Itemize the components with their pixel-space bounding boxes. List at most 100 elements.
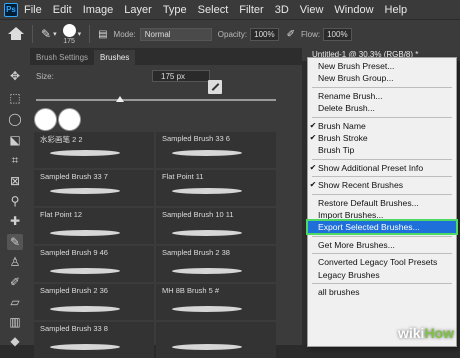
brush-preset-item[interactable]: Sampled Brush 10 11 bbox=[156, 208, 276, 244]
brush-tip-preview bbox=[62, 23, 76, 37]
mode-select[interactable]: Normal bbox=[139, 27, 212, 41]
menu-item-brush-stroke[interactable]: ✔ Brush Stroke bbox=[308, 132, 456, 144]
menu-item-get-more-brushes[interactable]: Get More Brushes... bbox=[308, 239, 456, 251]
menu-item-brush-tip[interactable]: Brush Tip bbox=[308, 144, 456, 156]
eraser-tool-icon[interactable]: ▱ bbox=[7, 294, 23, 310]
pressure-opacity-icon[interactable]: ✐ bbox=[287, 29, 295, 40]
menu-item-delete-brush[interactable]: Delete Brush... bbox=[308, 102, 456, 114]
new-brush-preset-icon[interactable] bbox=[208, 80, 222, 94]
menu-3d[interactable]: 3D bbox=[275, 4, 289, 16]
brush-preset-name: Flat Point 12 bbox=[40, 210, 83, 219]
brush-preset-name: Sampled Brush 33 7 bbox=[40, 172, 108, 181]
watermark-part1: wiki bbox=[397, 325, 425, 341]
brush-preset-item[interactable]: Sampled Brush 33 6 bbox=[156, 132, 276, 168]
brush-preset-item[interactable]: 水彩画笔 2 2 bbox=[34, 132, 154, 168]
brush-preset-item[interactable] bbox=[156, 322, 276, 358]
menu-view[interactable]: View bbox=[300, 4, 324, 16]
size-input[interactable]: 175 px bbox=[152, 70, 210, 82]
menu-type[interactable]: Type bbox=[163, 4, 187, 16]
brush-preset-item[interactable]: Sampled Brush 33 8 bbox=[34, 322, 154, 358]
menu-item-label: Brush Tip bbox=[318, 145, 355, 156]
menu-window[interactable]: Window bbox=[334, 4, 373, 16]
size-slider[interactable] bbox=[36, 99, 276, 101]
chevron-down-icon[interactable]: ▾ bbox=[53, 30, 57, 38]
menu-separator bbox=[312, 86, 452, 88]
menu-item-restore-default-brushes[interactable]: Restore Default Brushes... bbox=[308, 197, 456, 209]
menu-edit[interactable]: Edit bbox=[53, 4, 72, 16]
brush-preset-item[interactable]: MH 8B Brush 5 # bbox=[156, 284, 276, 320]
size-slider-thumb[interactable] bbox=[116, 96, 124, 102]
opacity-field[interactable]: 100% bbox=[250, 27, 279, 41]
tab-brushes[interactable]: Brushes bbox=[94, 50, 136, 65]
brush-stroke-preview bbox=[170, 150, 244, 156]
checkmark-icon: ✔ bbox=[309, 133, 317, 142]
recent-brush-swatch[interactable] bbox=[58, 108, 81, 131]
brush-preset-name: Sampled Brush 2 38 bbox=[162, 248, 230, 257]
menu-item-show-recent-brushes[interactable]: ✔ Show Recent Brushes bbox=[308, 179, 456, 191]
marquee-tool-icon[interactable]: ⬚ bbox=[7, 90, 23, 106]
blur-tool-icon[interactable]: ◆ bbox=[7, 333, 23, 349]
menu-item-label: New Brush Group... bbox=[318, 73, 394, 84]
flow-field[interactable]: 100% bbox=[323, 27, 352, 41]
tab-brush-settings[interactable]: Brush Settings bbox=[30, 50, 94, 65]
quick-select-tool-icon[interactable]: ⬕ bbox=[7, 132, 23, 148]
brush-tool-icon[interactable]: ✎ bbox=[7, 234, 23, 250]
size-label: Size: bbox=[36, 72, 54, 81]
menu-item-import-brushes[interactable]: Import Brushes... bbox=[308, 209, 456, 221]
brush-preset-item[interactable]: Sampled Brush 2 36 bbox=[34, 284, 154, 320]
brush-preset-name: Sampled Brush 10 11 bbox=[162, 210, 234, 219]
brush-panel-toggle-icon[interactable]: ▤ bbox=[98, 29, 107, 40]
healing-brush-tool-icon[interactable]: ✚ bbox=[7, 213, 23, 229]
opacity-label: Opacity: bbox=[217, 29, 248, 39]
lasso-tool-icon[interactable]: ◯ bbox=[7, 111, 23, 127]
menu-item-label: Delete Brush... bbox=[318, 103, 375, 114]
home-icon[interactable] bbox=[8, 27, 24, 41]
brush-preset-name: Sampled Brush 33 8 bbox=[40, 324, 108, 333]
menu-item-show-additional-preset-info[interactable]: ✔ Show Additional Preset Info bbox=[308, 162, 456, 174]
menu-file[interactable]: File bbox=[24, 4, 42, 16]
menu-item-all-brushes[interactable]: all brushes bbox=[308, 286, 456, 298]
menu-help[interactable]: Help bbox=[385, 4, 408, 16]
brush-preset-name: Sampled Brush 9 46 bbox=[40, 248, 108, 257]
brush-preset-name: Sampled Brush 2 36 bbox=[40, 286, 108, 295]
menu-separator bbox=[312, 158, 452, 160]
menu-item-converted-legacy-tool-presets[interactable]: Converted Legacy Tool Presets bbox=[308, 256, 456, 268]
brush-tool-icon[interactable]: ✎ bbox=[41, 27, 51, 41]
frame-tool-icon[interactable]: ⊠ bbox=[7, 173, 23, 189]
crop-tool-icon[interactable]: ⌗ bbox=[7, 152, 23, 168]
menu-item-label: Restore Default Brushes... bbox=[318, 197, 419, 208]
move-tool-icon[interactable]: ✥ bbox=[7, 68, 23, 84]
menu-item-label: Brush Stroke bbox=[318, 133, 368, 143]
menu-item-new-brush-preset[interactable]: New Brush Preset... bbox=[308, 60, 456, 72]
menu-item-label: Import Brushes... bbox=[318, 210, 384, 220]
menu-item-brush-name[interactable]: ✔ Brush Name bbox=[308, 120, 456, 132]
menu-item-label: Get More Brushes... bbox=[318, 239, 395, 250]
brush-preset-item[interactable]: Sampled Brush 9 46 bbox=[34, 246, 154, 282]
brush-stroke-preview bbox=[170, 268, 244, 274]
gradient-tool-icon[interactable]: ▥ bbox=[7, 314, 23, 330]
brush-preset-item[interactable]: Flat Point 12 bbox=[34, 208, 154, 244]
menu-separator bbox=[312, 176, 452, 178]
menu-item-new-brush-group[interactable]: New Brush Group... bbox=[308, 72, 456, 84]
brush-preset-name: MH 8B Brush 5 # bbox=[162, 286, 220, 295]
brush-preset-item[interactable]: Flat Point 11 bbox=[156, 170, 276, 206]
menu-item-export-selected-brushes[interactable]: Export Selected Brushes... bbox=[306, 219, 458, 236]
brush-preset-picker[interactable]: 175 bbox=[62, 23, 76, 45]
brush-preset-name: Sampled Brush 33 6 bbox=[162, 134, 230, 143]
history-brush-tool-icon[interactable]: ✐ bbox=[7, 274, 23, 290]
checkmark-icon: ✔ bbox=[309, 180, 317, 190]
clone-stamp-tool-icon[interactable]: ♙ bbox=[7, 254, 23, 270]
eyedropper-tool-icon[interactable]: ⚲ bbox=[7, 193, 23, 209]
menu-item-label: Converted Legacy Tool Presets bbox=[318, 257, 438, 268]
brush-stroke-preview bbox=[48, 150, 122, 156]
recent-brush-swatch[interactable] bbox=[34, 108, 57, 131]
chevron-down-icon[interactable]: ▾ bbox=[78, 30, 82, 38]
menu-layer[interactable]: Layer bbox=[124, 4, 152, 16]
menu-item-legacy-brushes[interactable]: Legacy Brushes bbox=[308, 269, 456, 281]
menu-select[interactable]: Select bbox=[198, 4, 229, 16]
brush-preset-item[interactable]: Sampled Brush 33 7 bbox=[34, 170, 154, 206]
brush-preset-item[interactable]: Sampled Brush 2 38 bbox=[156, 246, 276, 282]
menu-item-rename-brush[interactable]: Rename Brush... bbox=[308, 90, 456, 102]
menu-image[interactable]: Image bbox=[83, 4, 114, 16]
menu-filter[interactable]: Filter bbox=[239, 4, 263, 16]
